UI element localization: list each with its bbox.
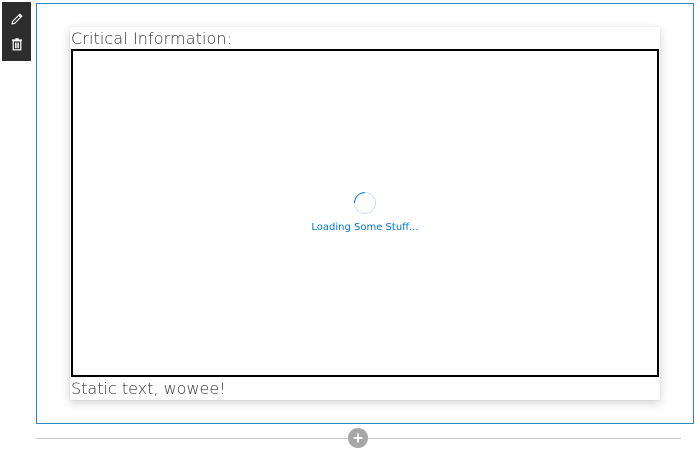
trash-icon: [11, 38, 22, 51]
loading-indicator: Loading Some Stuff...: [73, 187, 657, 233]
critical-info-label: Critical Information:: [71, 29, 233, 48]
delete-button[interactable]: [6, 33, 28, 55]
content-frame: Loading Some Stuff...: [71, 49, 659, 377]
static-text: Static text, wowee!: [71, 379, 226, 398]
loading-text: Loading Some Stuff...: [311, 222, 419, 233]
spinner-icon: [349, 187, 381, 219]
plus-icon: [353, 433, 363, 443]
pencil-icon: [10, 13, 22, 25]
edit-button[interactable]: [6, 8, 28, 30]
webpart-toolbar: [2, 2, 31, 61]
add-section-button[interactable]: [348, 428, 368, 448]
web-part[interactable]: Critical Information: Loading Some Stuff…: [70, 27, 660, 400]
